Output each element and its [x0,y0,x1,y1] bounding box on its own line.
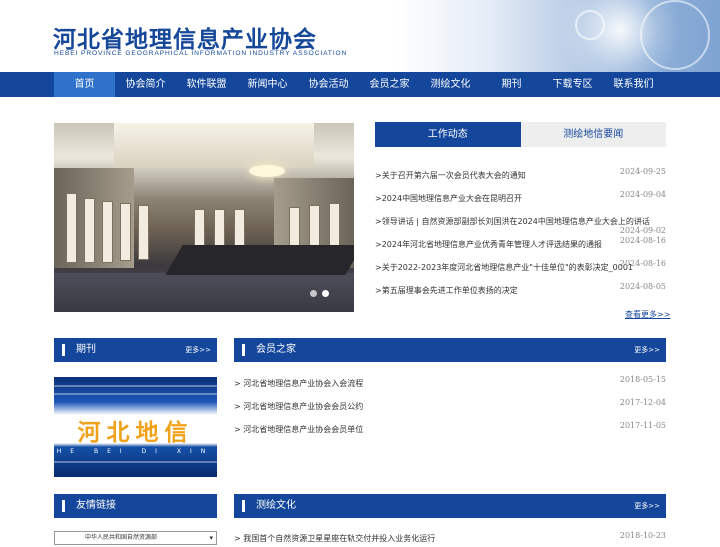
culture-more-link[interactable]: 更多>> [634,494,660,518]
news-date: 2024-09-02 [619,226,666,235]
news-date: 2024-09-25 [619,167,666,176]
members-section-title: 会员之家 [256,344,296,355]
banner-slider[interactable] [54,123,354,312]
main-nav: 首页 协会简介 软件联盟 新闻中心 协会活动 会员之家 测绘文化 期刊 下载专区… [0,72,720,97]
nav-item-members[interactable]: 会员之家 [359,72,420,97]
nav-item-journal[interactable]: 期刊 [481,72,542,97]
slide-image-part [102,201,113,263]
tab-industry-news[interactable]: 测绘地信要闻 [520,122,666,147]
journal-cover-title: 河北地信 [77,419,194,446]
journal-more-link[interactable]: 更多>> [185,338,211,362]
member-item-title[interactable]: > 河北省地理信息产业协会会员公约 [234,401,363,412]
news-list-item[interactable]: >领导讲话 | 自然资源部副部长刘国洪在2024中国地理信息产业大会上的讲话 2… [375,216,666,235]
news-date: 2024-08-16 [619,259,666,268]
members-more-link[interactable]: 更多>> [634,338,660,362]
news-title[interactable]: >2024年河北省地理信息产业优秀青年管理人才评选结果的通报 [375,239,602,250]
slide-image-part [120,203,131,261]
member-item-date: 2017-11-05 [619,421,666,430]
culture-item-title[interactable]: > 我国首个自然资源卫星星座在轨交付并投入业务化运行 [234,533,435,544]
news-date: 2024-09-04 [619,190,666,199]
slide-image-part [214,209,225,249]
header-decoration [575,10,605,40]
section-marker [242,344,245,356]
news-list-item[interactable]: >2024年河北省地理信息产业优秀青年管理人才评选结果的通报 2024-08-1… [375,236,666,255]
friendly-links-select[interactable]: 中华人民共和国自然资源部 ▾ [54,531,217,545]
news-title[interactable]: >关于召开第六届一次会员代表大会的通知 [375,170,526,181]
slide-image-part [194,209,205,249]
slide-image-part [138,205,149,260]
slide-image-part [66,193,77,263]
cover-decoration [54,461,217,463]
site-header: 河北省地理信息产业协会 HEBEI PROVINCE GEOGRAPHICAL … [0,0,720,72]
news-title[interactable]: >关于2022-2023年度河北省地理信息产业"十佳单位"的表彰决定_0001 [375,262,633,273]
journal-section-title: 期刊 [76,344,96,355]
member-item-title[interactable]: > 河北省地理信息产业协会入会流程 [234,378,363,389]
journal-cover-image[interactable]: 河北地信 HE BEI DI XIN [54,377,217,477]
cover-decoration [54,393,217,395]
slide-image-part [84,198,95,263]
news-title[interactable]: >第五届理事会先进工作单位表扬的决定 [375,285,518,296]
slide-image-part [165,245,354,275]
member-item-title[interactable]: > 河北省地理信息产业协会会员单位 [234,424,363,435]
links-section-header: 友情链接 [54,494,217,518]
news-list-item[interactable]: >第五届理事会先进工作单位表扬的决定 2024-08-05 [375,282,666,301]
news-tabs: 工作动态 测绘地信要闻 [375,122,666,147]
nav-item-culture[interactable]: 测绘文化 [420,72,481,97]
news-title[interactable]: >2024中国地理信息产业大会在昆明召开 [375,193,522,204]
member-item-date: 2017-12-04 [619,398,666,407]
news-list-item[interactable]: >2024中国地理信息产业大会在昆明召开 2024-09-04 [375,190,666,209]
slide-image-part [234,209,245,249]
header-decoration [640,0,710,70]
member-list-item[interactable]: > 河北省地理信息产业协会会员单位 2017-11-05 [234,421,666,438]
section-marker [62,344,65,356]
news-title[interactable]: >领导讲话 | 自然资源部副部长刘国洪在2024中国地理信息产业大会上的讲话 [375,216,650,227]
section-marker [62,500,65,512]
nav-item-downloads[interactable]: 下载专区 [542,72,603,97]
journal-cover-pinyin: HE BEI DI XIN [56,448,215,455]
slide-image-part [114,123,314,168]
slide-image-part [54,273,354,312]
nav-item-contact[interactable]: 联系我们 [603,72,664,97]
links-section-title: 友情链接 [76,500,116,511]
slide-image-part [249,165,285,177]
news-list-item[interactable]: >关于2022-2023年度河北省地理信息产业"十佳单位"的表彰决定_0001 … [375,259,666,278]
cover-decoration [54,385,217,387]
slider-dot-active[interactable] [322,290,329,297]
nav-item-home[interactable]: 首页 [54,72,115,97]
member-item-date: 2018-05-15 [619,375,666,384]
members-section-header: 会员之家 更多>> [234,338,666,362]
culture-section-header: 测绘文化 更多>> [234,494,666,518]
site-logo-title[interactable]: 河北省地理信息产业协会 [53,20,317,54]
news-date: 2024-08-16 [619,236,666,245]
nav-item-news[interactable]: 新闻中心 [237,72,298,97]
culture-section-title: 测绘文化 [256,500,296,511]
section-marker [242,500,245,512]
tab-work-updates[interactable]: 工作动态 [375,122,521,147]
member-list-item[interactable]: > 河北省地理信息产业协会入会流程 2018-05-15 [234,375,666,392]
nav-item-software-alliance[interactable]: 软件联盟 [176,72,237,97]
slider-dot[interactable] [310,290,317,297]
chevron-down-icon[interactable]: ▾ [209,532,213,544]
site-logo-subtitle: HEBEI PROVINCE GEOGRAPHICAL INFORMATION … [54,50,348,57]
news-more-link[interactable]: 查看更多>> [625,309,670,320]
nav-item-about[interactable]: 协会简介 [115,72,176,97]
member-list-item[interactable]: > 河北省地理信息产业协会会员公约 2017-12-04 [234,398,666,415]
nav-item-activities[interactable]: 协会活动 [298,72,359,97]
culture-list-item[interactable]: > 我国首个自然资源卫星星座在轨交付并投入业务化运行 2018-10-23 [234,531,666,547]
culture-item-date: 2018-10-23 [619,531,666,540]
news-list-item[interactable]: >关于召开第六届一次会员代表大会的通知 2024-09-25 [375,167,666,186]
journal-section-header: 期刊 更多>> [54,338,217,362]
news-date: 2024-08-05 [619,282,666,291]
